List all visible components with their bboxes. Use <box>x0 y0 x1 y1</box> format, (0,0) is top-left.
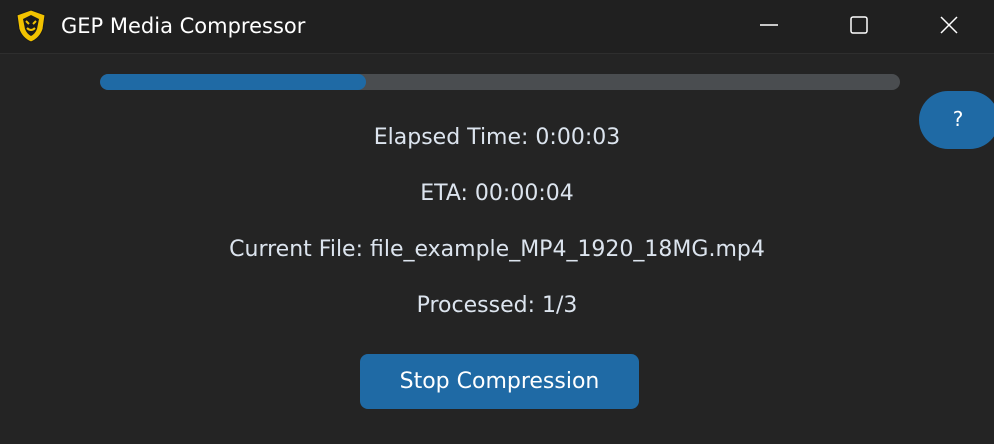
processed-count-label: Processed: 1/3 <box>416 293 578 318</box>
compression-progress-bar <box>100 74 900 90</box>
minimize-icon <box>760 24 778 26</box>
current-file-label: Current File: file_example_MP4_1920_18MG… <box>229 237 765 262</box>
shield-lion-logo-icon <box>14 9 48 43</box>
stop-compression-button[interactable]: Stop Compression <box>360 354 639 409</box>
maximize-button[interactable] <box>824 0 894 50</box>
minimize-button[interactable] <box>734 0 804 50</box>
close-button[interactable] <box>914 0 984 50</box>
window-title: GEP Media Compressor <box>61 14 306 38</box>
title-bar: GEP Media Compressor <box>0 0 994 54</box>
progress-fill <box>100 74 367 90</box>
maximize-icon <box>850 16 868 34</box>
elapsed-time-label: Elapsed Time: 0:00:03 <box>373 125 621 150</box>
app-window: GEP Media Compressor ? Elapsed Time: 0:0… <box>0 0 994 444</box>
eta-label: ETA: 00:00:04 <box>420 181 574 206</box>
close-icon <box>940 16 958 34</box>
